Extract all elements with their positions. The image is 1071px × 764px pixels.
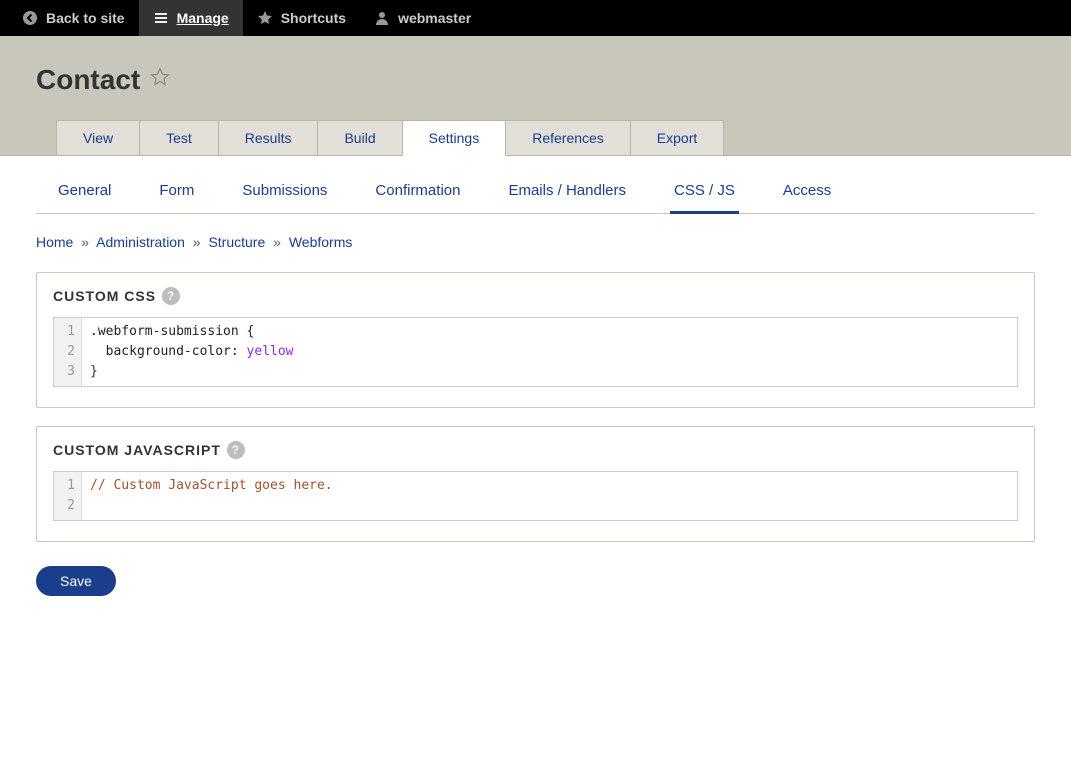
subtab-general[interactable]: General [54,174,115,213]
custom-css-legend: CUSTOM CSS ? [53,287,1018,305]
css-code[interactable]: .webform-submission { background-color: … [82,318,1017,386]
custom-css-editor[interactable]: 123 .webform-submission { background-col… [53,317,1018,387]
breadcrumb: Home » Administration » Structure » Webf… [36,234,1035,250]
toolbar-user-label: webmaster [398,10,471,26]
header-region: Contact View Test Results Build Settings… [0,36,1071,156]
content-region: General Form Submissions Confirmation Em… [0,156,1071,626]
help-icon[interactable]: ? [227,441,245,459]
custom-js-fieldset: CUSTOM JAVASCRIPT ? 12 // Custom JavaScr… [36,426,1035,542]
css-line-1: .webform-submission { [90,324,254,339]
help-icon[interactable]: ? [162,287,180,305]
js-gutter: 12 [54,472,82,520]
custom-js-label: CUSTOM JAVASCRIPT [53,442,221,458]
breadcrumb-separator: » [273,234,281,250]
page-title: Contact [36,64,140,96]
tab-view[interactable]: View [56,120,140,155]
hamburger-icon [153,10,169,26]
toolbar-user[interactable]: webmaster [360,0,485,36]
breadcrumb-home[interactable]: Home [36,234,73,250]
css-gutter: 123 [54,318,82,386]
primary-tabs: View Test Results Build Settings Referen… [56,120,1035,155]
save-button[interactable]: Save [36,566,116,596]
css-line-2-value: yellow [247,344,294,359]
subtab-access[interactable]: Access [779,174,835,213]
page-title-row: Contact [36,64,1035,96]
toolbar-back-label: Back to site [46,10,125,26]
admin-toolbar: Back to site Manage Shortcuts webmaster [0,0,1071,36]
favorite-star-icon[interactable] [150,67,170,93]
breadcrumb-separator: » [193,234,201,250]
tab-results[interactable]: Results [218,120,319,155]
tab-test[interactable]: Test [139,120,219,155]
subtab-submissions[interactable]: Submissions [238,174,331,213]
toolbar-manage[interactable]: Manage [139,0,243,36]
js-line-1: // Custom JavaScript goes here. [90,478,333,493]
breadcrumb-administration[interactable]: Administration [96,234,185,250]
user-icon [374,10,390,26]
toolbar-shortcuts[interactable]: Shortcuts [243,0,360,36]
custom-css-label: CUSTOM CSS [53,288,156,304]
tab-references[interactable]: References [505,120,631,155]
toolbar-manage-label: Manage [177,10,229,26]
secondary-tabs: General Form Submissions Confirmation Em… [36,174,1035,214]
breadcrumb-structure[interactable]: Structure [208,234,265,250]
custom-css-fieldset: CUSTOM CSS ? 123 .webform-submission { b… [36,272,1035,408]
tab-export[interactable]: Export [630,120,724,155]
css-line-2-prop: background-color: [90,344,247,359]
subtab-css-js[interactable]: CSS / JS [670,174,739,214]
subtab-confirmation[interactable]: Confirmation [371,174,464,213]
tab-build[interactable]: Build [317,120,402,155]
subtab-emails-handlers[interactable]: Emails / Handlers [504,174,630,213]
toolbar-shortcuts-label: Shortcuts [281,10,346,26]
tab-settings[interactable]: Settings [402,120,507,156]
custom-js-legend: CUSTOM JAVASCRIPT ? [53,441,1018,459]
back-arrow-icon [22,10,38,26]
breadcrumb-separator: » [81,234,89,250]
star-icon [257,10,273,26]
js-code[interactable]: // Custom JavaScript goes here. [82,472,1017,520]
toolbar-back-to-site[interactable]: Back to site [8,0,139,36]
css-line-3: } [90,364,98,379]
subtab-form[interactable]: Form [155,174,198,213]
custom-js-editor[interactable]: 12 // Custom JavaScript goes here. [53,471,1018,521]
breadcrumb-webforms[interactable]: Webforms [289,234,353,250]
